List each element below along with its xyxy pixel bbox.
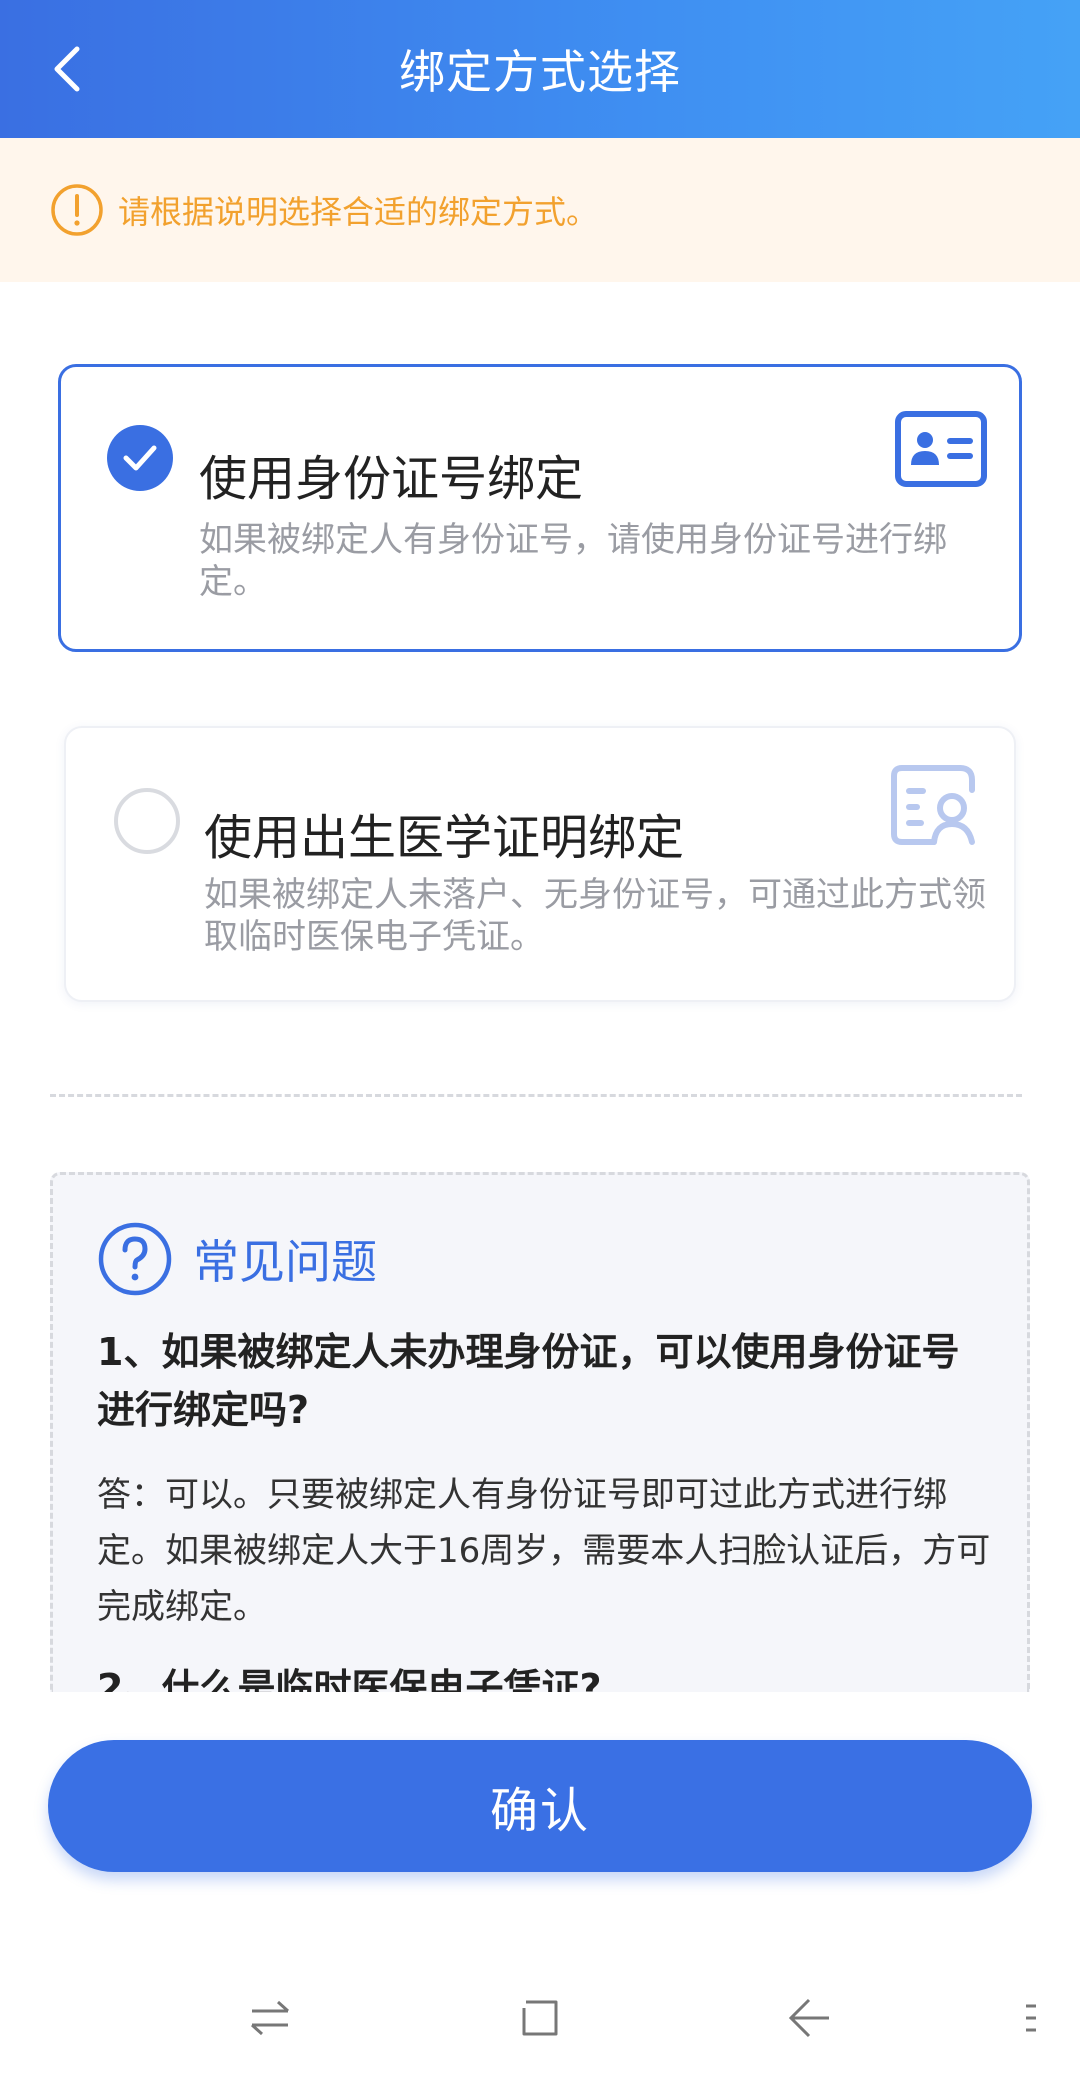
warning-icon [51,184,103,236]
option-description: 如果被绑定人有身份证号，请使用身份证号进行绑定。 [199,520,947,602]
home-button[interactable] [510,1988,570,2048]
check-icon [123,445,157,471]
faq-question: 2、什么是临时医保电子凭证? [97,1666,602,1692]
faq-header: 常见问题 [97,1221,377,1297]
top-bar: 绑定方式选择 [0,0,1080,138]
option-description: 如果被绑定人未落户、无身份证号，可通过此方式领取临时医保电子凭证。 [204,875,986,957]
back-icon [788,1998,829,2038]
option-id-card[interactable]: 使用身份证号绑定 如果被绑定人有身份证号，请使用身份证号进行绑定。 [58,364,1022,652]
faq-panel: 常见问题 1、如果被绑定人未办理身份证，可以使用身份证号进行绑定吗? 答：可以。… [50,1172,1030,1692]
certificate-icon [891,765,975,845]
notice-banner: 请根据说明选择合适的绑定方式。 [0,138,1080,282]
switch-apps-icon [250,2000,290,2036]
faq-answer: 答：可以。只要被绑定人有身份证号即可过此方式进行绑定。如果被绑定人大于16周岁，… [97,1475,991,1627]
chevron-left-icon [54,46,80,92]
question-icon [98,1222,172,1296]
faq-title: 常见问题 [193,1235,377,1289]
option-birth-certificate[interactable]: 使用出生医学证明绑定 如果被绑定人未落户、无身份证号，可通过此方式领取临时医保电… [64,726,1016,1002]
option-title: 使用出生医学证明绑定 [204,810,685,866]
radio-unchecked[interactable] [114,788,180,854]
id-card-icon [895,411,987,487]
confirm-button[interactable]: 确认 [48,1740,1032,1872]
switch-apps-button[interactable] [240,1988,300,2048]
menu-icon [1026,2004,1036,2032]
back-nav-button[interactable] [780,1988,840,2048]
page-title: 绑定方式选择 [399,45,681,99]
notice-text: 请根据说明选择合适的绑定方式。 [118,193,599,231]
option-title: 使用身份证号绑定 [199,451,584,507]
dashed-divider [50,1094,1022,1097]
back-button[interactable] [30,32,104,106]
menu-button[interactable] [1000,1988,1060,2048]
system-nav-bar [0,1960,1080,2070]
home-icon [522,2000,558,2036]
faq-question: 1、如果被绑定人未办理身份证，可以使用身份证号进行绑定吗? [97,1330,960,1432]
radio-checked[interactable] [107,425,173,491]
